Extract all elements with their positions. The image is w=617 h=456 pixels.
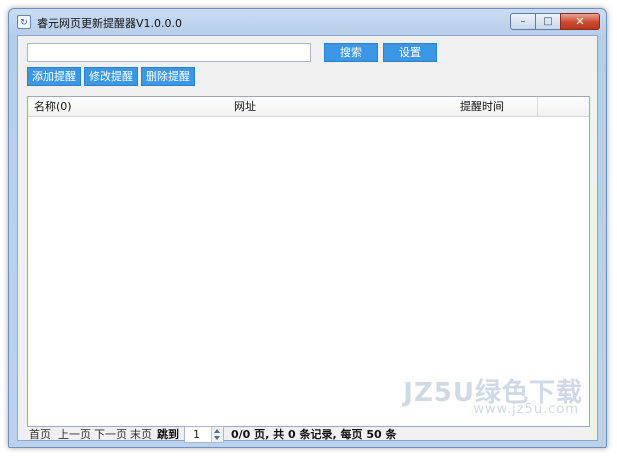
search-input[interactable]	[27, 43, 311, 62]
first-page-link[interactable]: 首页	[29, 428, 51, 442]
column-header-name[interactable]: 名称(0)	[34, 97, 72, 116]
watermark: JZ5U绿色下载 www.jz5u.com	[403, 372, 583, 422]
pagination-bar: 首页 上一页 下一页 末页 跳到 1 0/0 页, 共 0 条记录, 每页 50…	[18, 426, 597, 443]
minimize-icon: –	[520, 16, 526, 27]
window-title: 睿元网页更新提醒器V1.0.0.0	[37, 17, 183, 30]
spin-up-icon[interactable]	[214, 429, 220, 433]
edit-reminder-button[interactable]: 修改提醒	[84, 67, 138, 86]
delete-reminder-button[interactable]: 删除提醒	[141, 67, 195, 86]
next-page-link[interactable]: 下一页	[94, 428, 127, 442]
page-summary: 0/0 页, 共 0 条记录, 每页 50 条	[231, 428, 397, 441]
add-reminder-button[interactable]: 添加提醒	[27, 67, 81, 86]
page-number-value[interactable]: 1	[193, 427, 200, 442]
column-header-url[interactable]: 网址	[234, 97, 256, 116]
spin-down-icon[interactable]	[214, 436, 220, 440]
close-icon: ✕	[575, 15, 585, 28]
client-area: 搜索 设置 添加提醒 修改提醒 删除提醒 名称(0) 网址 提醒时间 首页 上一…	[17, 35, 598, 443]
app-window: ↻ 睿元网页更新提醒器V1.0.0.0 – □ ✕ 搜索 设置 添加提醒 修改提…	[8, 8, 607, 448]
maximize-button[interactable]: □	[535, 13, 561, 30]
column-divider[interactable]	[537, 97, 538, 116]
settings-button[interactable]: 设置	[383, 43, 437, 62]
watermark-url: www.jz5u.com	[473, 402, 579, 417]
jump-to-label: 跳到	[157, 428, 179, 441]
window-controls: – □ ✕	[510, 13, 600, 30]
last-page-link[interactable]: 末页	[130, 428, 152, 442]
close-button[interactable]: ✕	[560, 13, 600, 30]
title-bar[interactable]: ↻ 睿元网页更新提醒器V1.0.0.0 – □ ✕	[9, 9, 606, 35]
minimize-button[interactable]: –	[510, 13, 536, 30]
list-header: 名称(0) 网址 提醒时间	[28, 97, 589, 117]
stepper-arrows	[211, 427, 223, 442]
page-number-stepper[interactable]: 1	[184, 426, 224, 443]
search-button[interactable]: 搜索	[324, 43, 378, 62]
app-icon[interactable]: ↻	[17, 15, 31, 29]
maximize-icon: □	[543, 16, 553, 27]
column-header-remind-time[interactable]: 提醒时间	[460, 97, 504, 116]
prev-page-link[interactable]: 上一页	[58, 428, 91, 442]
